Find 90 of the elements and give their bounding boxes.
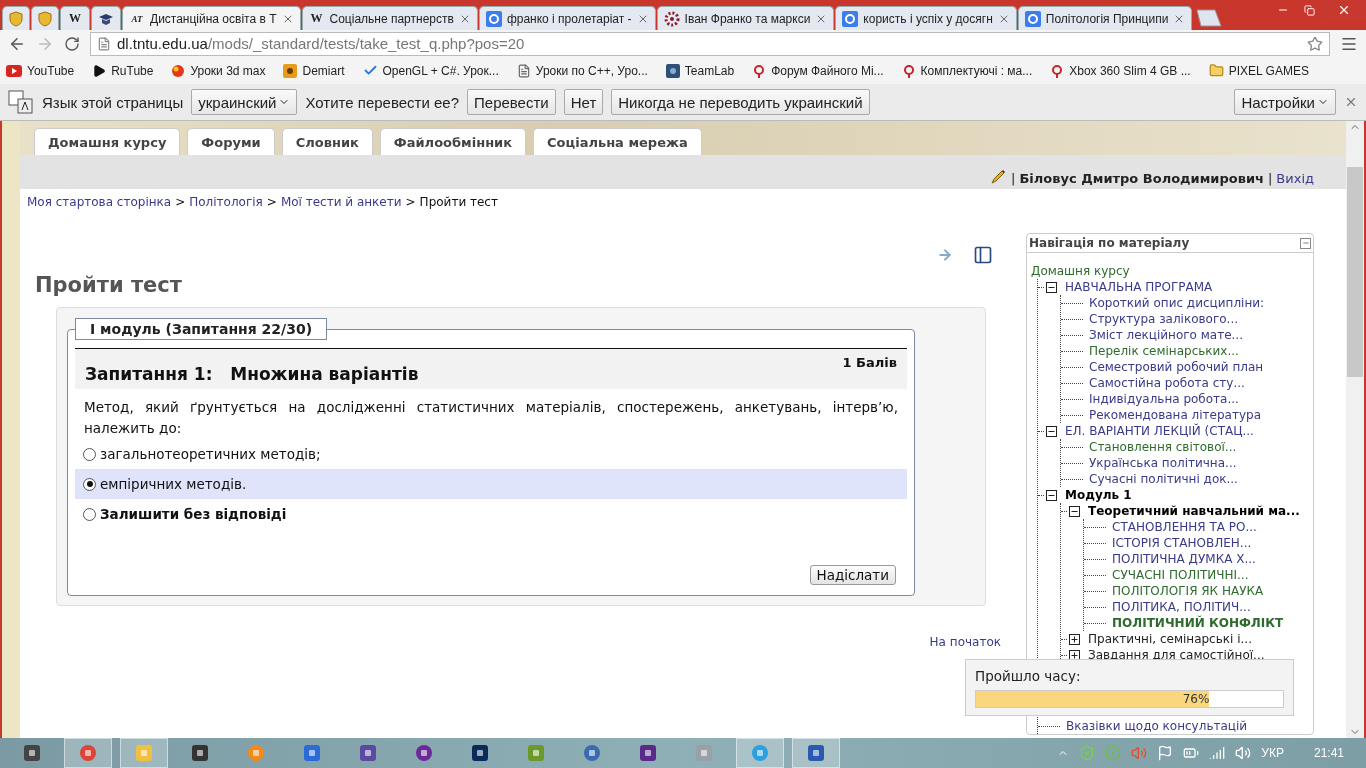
answer-option[interactable]: Залишити без відповіді xyxy=(75,499,907,529)
browser-tab[interactable]: франко і пролетаріат - xyxy=(478,6,656,30)
tab-title: Дистанційна освіта в Т xyxy=(150,11,277,26)
settings-button[interactable]: Настройки xyxy=(1234,89,1336,115)
answer-option[interactable]: емпіричних методів. xyxy=(75,469,907,499)
tree-item[interactable]: Самостійна робота сту... xyxy=(1089,376,1245,390)
tree-item[interactable]: Модуль 1 xyxy=(1065,488,1132,502)
separator: | xyxy=(1011,171,1016,186)
tree-item[interactable]: Сучасні політичні док... xyxy=(1089,472,1238,486)
tree-item[interactable]: Перелік семінарських... xyxy=(1089,344,1239,358)
bookmark[interactable]: Комплектуючі : ма... xyxy=(901,63,1033,78)
tree-item[interactable]: Українська політична... xyxy=(1089,456,1237,470)
breadcrumb-current: Пройти тест xyxy=(419,195,498,211)
tree-item[interactable]: НАВЧАЛЬНА ПРОГРАМА xyxy=(1065,280,1213,294)
tree-item[interactable]: Зміст лекційного мате... xyxy=(1089,328,1243,342)
tree-item[interactable]: СУЧАСНІ ПОЛІТИЧНІ... xyxy=(1112,568,1249,582)
language-select[interactable]: украинский xyxy=(191,89,298,115)
logout-link[interactable]: Вихід xyxy=(1276,171,1314,186)
bookmark[interactable]: TeamLab xyxy=(665,63,735,78)
bookmark[interactable]: YouTube xyxy=(6,63,75,78)
tree-item[interactable]: Практичні, семінарські і... xyxy=(1088,632,1252,646)
address-bar[interactable]: dl.tntu.edu.ua/mods/_standard/tests/take_test_q.php?pos=20 xyxy=(90,31,1330,56)
browser-tab[interactable]: AT Дистанційна освіта в Т xyxy=(122,6,301,30)
user-name: Біловус Дмитро Володимирович xyxy=(1019,171,1264,186)
course-tab[interactable]: Форуми xyxy=(187,128,275,155)
translate-question: Хотите перевести ее? xyxy=(305,93,459,111)
bookmark[interactable]: Demiart xyxy=(283,63,345,78)
breadcrumb-separator: > xyxy=(175,195,186,211)
answer-option[interactable]: загальнотеоретичних методів; xyxy=(75,439,907,469)
url-text: dl.tntu.edu.ua/mods/_standard/tests/take_test_q.php?pos=20 xyxy=(117,35,525,52)
tab-title: Іван Франко та маркси xyxy=(684,11,811,26)
breadcrumb-link[interactable]: Мої тести й анкети xyxy=(280,195,402,215)
tree-item[interactable]: ПОЛІТОЛОГІЯ ЯК НАУКА xyxy=(1112,584,1264,598)
course-tab[interactable]: Домашня курсу xyxy=(34,128,181,155)
tree-item[interactable]: ЕЛ. ВАРІАНТИ ЛЕКЦІЙ (СТАЦ... xyxy=(1065,424,1254,438)
tree-item[interactable]: СТАНОВЛЕННЯ ТА РО... xyxy=(1112,520,1257,534)
browser-tab[interactable]: користь і успіх у досягн xyxy=(835,6,1017,30)
site-icon: AT xyxy=(129,10,145,27)
translate-label: Язык этой страницы xyxy=(42,93,184,111)
bookmark[interactable]: Форум Файного Mi... xyxy=(752,63,884,78)
tab-title: Соціальне партнерств xyxy=(329,11,454,26)
points-label: 1 Балів xyxy=(842,355,897,372)
tree-item[interactable]: Структура залікового... xyxy=(1089,312,1239,326)
question-text: Метод, який ґрунтується на дослідженні статистичних матеріалів, спостережень, анкетувань, інтерв’ю, належить до: xyxy=(83,398,899,438)
progress-reading: 76% xyxy=(1182,692,1210,706)
tree-item[interactable]: Становлення світової... xyxy=(1089,440,1237,454)
breadcrumb-separator: > xyxy=(266,195,277,211)
translate-button[interactable]: Нет xyxy=(563,89,604,115)
bookmark[interactable]: PIXEL GAMES xyxy=(1208,63,1309,78)
browser-tab[interactable]: Політологія Принципи xyxy=(1017,6,1193,30)
tree-item[interactable]: Індивідуальна робота... xyxy=(1089,392,1239,406)
tree-item[interactable]: Короткий опис дисципліни: xyxy=(1089,296,1265,310)
course-tab[interactable]: Файлообмінник xyxy=(379,128,527,155)
submit-button[interactable]: Надіслати xyxy=(809,565,896,585)
browser-tab[interactable]: Іван Франко та маркси xyxy=(656,6,835,30)
translate-button[interactable]: Никогда не переводить украинский xyxy=(611,89,870,115)
breadcrumb-link[interactable]: Моя стартова сторінка xyxy=(27,195,172,215)
tree-item[interactable]: ІСТОРІЯ СТАНОВЛЕН... xyxy=(1112,536,1252,550)
fieldset-legend: I модуль (Запитання 22/30) xyxy=(75,318,328,340)
tree-item[interactable]: Семестровий робочий план xyxy=(1089,360,1264,374)
tab-title: франко і пролетаріат - xyxy=(506,11,632,26)
course-tab[interactable]: Соціальна мережа xyxy=(533,128,702,155)
tree-item[interactable]: ПОЛІТИЧНА ДУМКА Х... xyxy=(1112,552,1256,566)
breadcrumb-link[interactable]: Політологія xyxy=(189,195,263,215)
tree-item[interactable]: Рекомендована література xyxy=(1089,408,1261,422)
tab-title: користь і успіх у досягн xyxy=(863,11,993,26)
course-tab[interactable]: Словник xyxy=(281,128,373,155)
question-title: Запитання 1: Множина варіантів xyxy=(85,364,419,384)
bookmark[interactable]: Уроки 3d max xyxy=(171,63,266,78)
to-top-link[interactable]: На початок xyxy=(929,635,1001,649)
tree-item[interactable]: ПОЛІТИКА, ПОЛІТИЧ... xyxy=(1112,600,1251,614)
bookmark[interactable]: Уроки по C++, Уро... xyxy=(516,63,648,78)
bookmark[interactable]: Xbox 360 Slim 4 GB ... xyxy=(1050,63,1191,78)
separator: | xyxy=(1267,171,1273,186)
bookmark[interactable]: RuTube xyxy=(92,63,154,78)
translate-button[interactable]: Перевести xyxy=(467,89,556,115)
site-icon: W xyxy=(67,10,83,27)
tree-item[interactable]: Теоретичний навчальний ма... xyxy=(1088,504,1300,518)
tree-item[interactable]: ПОЛІТИЧНИЙ КОНФЛІКТ xyxy=(1112,616,1284,630)
browser-tab[interactable]: W xyxy=(60,6,90,30)
tab-title: Політологія Принципи xyxy=(1045,11,1169,26)
home-link[interactable]: Домашня курсу xyxy=(1027,253,1313,279)
bookmark[interactable]: OpenGL + C#. Урок... xyxy=(362,63,499,78)
timer-label: Пройшло часу: xyxy=(975,668,1082,684)
panel-title: Навігація по матеріалу xyxy=(1029,236,1190,250)
browser-tab[interactable]: W Соціальне партнерств xyxy=(301,6,478,30)
page-title: Пройти тест xyxy=(35,273,183,297)
breadcrumb-separator: > xyxy=(405,195,416,211)
site-icon: W xyxy=(308,10,325,27)
tree-item[interactable]: Вказівки щодо консультацій xyxy=(1066,719,1248,733)
